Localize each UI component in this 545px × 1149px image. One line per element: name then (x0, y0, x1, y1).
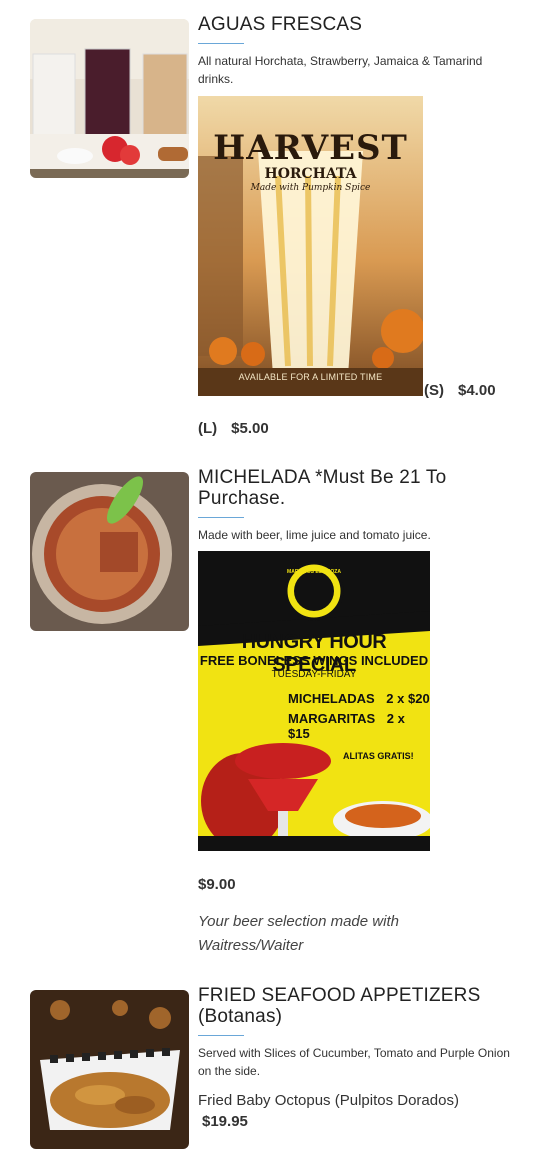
option-price: $19.95 (202, 1113, 248, 1130)
poster-extra: ALITAS GRATIS! (343, 751, 414, 761)
poster-subhead: HORCHATA (264, 166, 357, 182)
price-single: $9.00 (198, 876, 236, 893)
poster-line-1: MICHELADAS 2 x $20 (288, 691, 430, 706)
poster-logo-text: MARISCOS ESPINOZA (287, 569, 341, 575)
item-note: Your beer selection made with Waitress/W… (198, 913, 399, 954)
poster-tagline: Made with Pumpkin Spice (250, 183, 371, 193)
price-small: (S) $4.00 (424, 382, 496, 399)
item-title: MICHELADA *Must Be 21 To Purchase. (198, 467, 447, 509)
harvest-horchata-poster[interactable]: HARVEST HORCHATA Made with Pumpkin Spice… (198, 96, 423, 396)
item-description: Served with Slices of Cucumber, Tomato a… (198, 1046, 510, 1078)
size-label: (L) (198, 420, 218, 437)
size-label: (S) (424, 382, 444, 399)
item-description: Made with beer, lime juice and tomato ju… (198, 528, 431, 542)
title-underline (198, 517, 244, 518)
title-underline (198, 43, 244, 44)
price-value: $5.00 (231, 420, 269, 437)
poster-footer: AVAILABLE FOR A LIMITED TIME (238, 372, 383, 382)
poster-line-1-price: 2 x $20 (386, 691, 430, 706)
title-underline (198, 1035, 244, 1036)
poster-line-2: MARGARITAS 2 x $15 (288, 711, 430, 741)
poster-headline: HARVEST (213, 128, 408, 168)
item-title: FRIED SEAFOOD APPETIZERS (Botanas) (198, 985, 481, 1027)
price-value: $4.00 (458, 382, 496, 399)
price-large: (L) $5.00 (198, 420, 269, 437)
hungry-hour-poster[interactable]: MARISCOS ESPINOZA HUNGRY HOUR SPECIAL FR… (198, 551, 430, 851)
item-title: AGUAS FRESCAS (198, 14, 363, 35)
option-name: Fried Baby Octopus (Pulpitos Dorados) (198, 1092, 459, 1109)
fried-seafood-photo[interactable] (30, 990, 189, 1149)
poster-subhead: FREE BONELESS WINGS INCLUDED (199, 653, 429, 668)
michelada-photo[interactable] (30, 472, 189, 631)
aguas-frescas-photo[interactable] (30, 19, 189, 178)
poster-line-1-name: MICHELADAS (288, 691, 375, 706)
poster-days: TUESDAY-FRIDAY (271, 669, 357, 680)
poster-line-2-name: MARGARITAS (288, 711, 376, 726)
item-description: All natural Horchata, Strawberry, Jamaic… (198, 54, 483, 86)
